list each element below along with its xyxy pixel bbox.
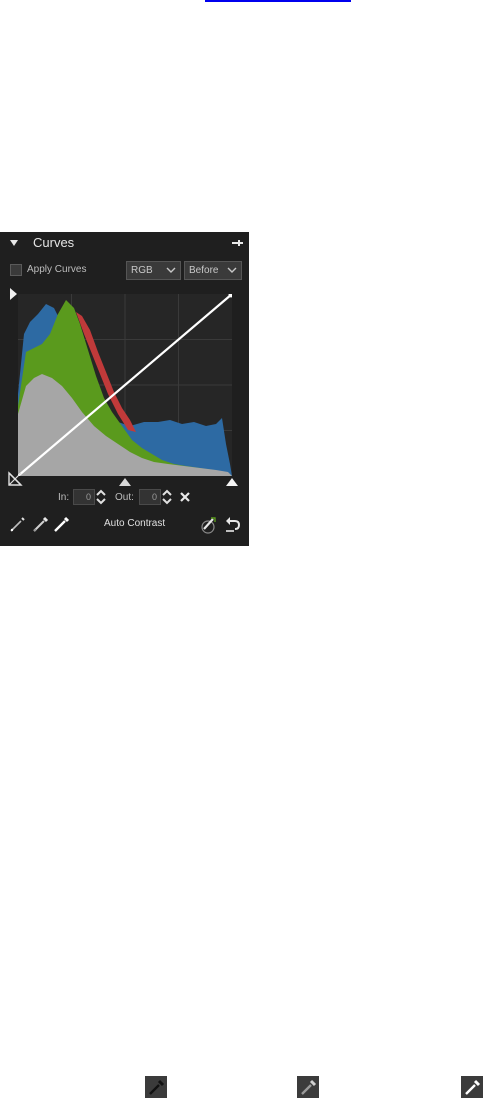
undo-icon[interactable] [223,514,243,534]
top-link-underline[interactable] [205,0,351,2]
panel-options-row: Apply Curves RGB Before [0,258,249,282]
curves-graph[interactable] [18,294,232,476]
in-spinner-icon[interactable] [95,488,107,506]
curves-panel: Curves Apply Curves RGB Before In: 0 Out… [0,232,249,546]
in-value-field[interactable]: 0 [73,489,95,505]
in-out-controls: In: 0 Out: 0 [0,488,249,508]
out-value-field[interactable]: 0 [139,489,161,505]
auto-contrast-button[interactable]: Auto Contrast [104,518,165,529]
eyedropper-white-icon[interactable] [461,1076,483,1098]
chevron-down-icon [227,267,237,273]
eyedropper-gray-icon[interactable] [297,1076,319,1098]
midpoint-handle-icon[interactable] [119,478,131,486]
black-point-handle-icon[interactable] [8,470,24,486]
eyedropper-black-icon[interactable] [145,1076,167,1098]
out-spinner-icon[interactable] [161,488,173,506]
eyedropper-white-icon[interactable] [52,514,72,534]
pin-icon[interactable] [231,238,243,248]
tools-row: Auto Contrast [0,512,249,538]
chevron-down-icon [166,267,176,273]
panel-header[interactable]: Curves [0,232,249,254]
play-arrow-icon[interactable] [10,288,18,300]
view-select-value: Before [189,265,219,276]
white-point-handle-icon[interactable] [226,478,238,486]
close-icon[interactable] [179,491,191,503]
magic-brush-icon[interactable] [199,514,219,534]
channel-select[interactable]: RGB [126,261,181,280]
apply-curves-label: Apply Curves [27,264,87,275]
channel-select-value: RGB [131,265,153,276]
apply-curves-checkbox[interactable] [10,264,22,276]
panel-title: Curves [33,235,75,250]
view-select[interactable]: Before [184,261,242,280]
triangle-down-icon[interactable] [10,240,18,246]
in-label: In: [58,492,70,503]
eyedropper-gray-icon[interactable] [31,514,51,534]
eyedropper-black-icon[interactable] [8,514,28,534]
out-label: Out: [115,492,134,503]
